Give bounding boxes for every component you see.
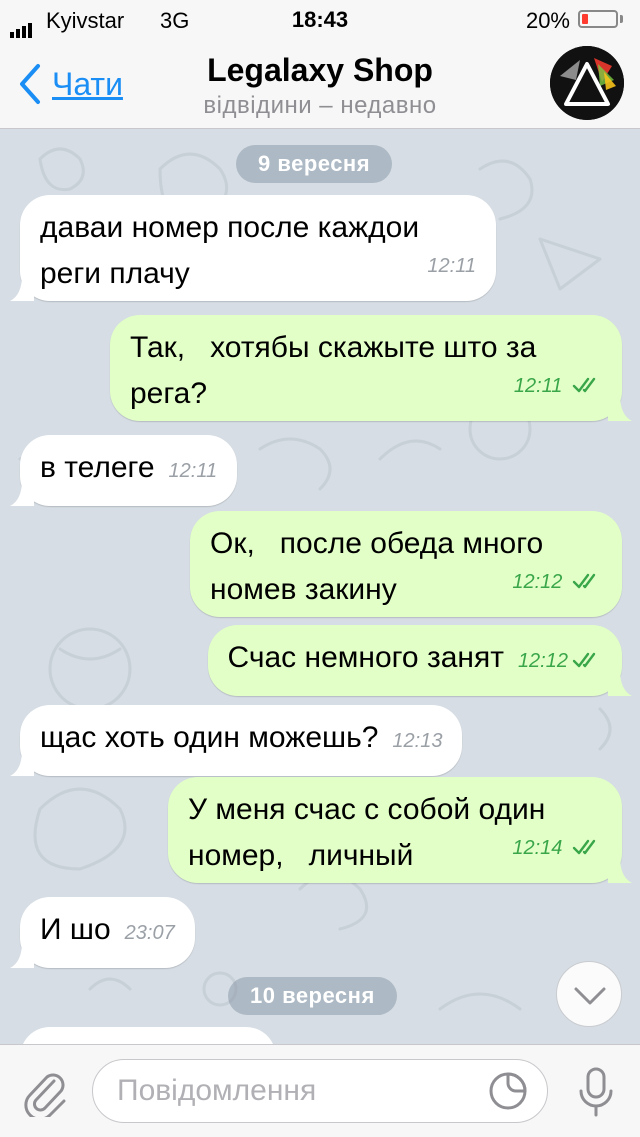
read-checkmarks-icon — [572, 573, 596, 589]
bubble-tail — [608, 670, 632, 696]
message-list[interactable]: 9 вересня даваи номер после каждои реги … — [0, 129, 640, 1044]
message-text: в телеге — [40, 451, 155, 484]
message-time: 12:12 — [512, 571, 563, 593]
date-divider: 9 вересня — [236, 145, 393, 183]
bubble-tail — [608, 857, 632, 883]
message-time: 12:14 — [512, 837, 563, 859]
chat-avatar[interactable] — [550, 46, 624, 120]
message-composer — [0, 1044, 640, 1137]
message-time: 23:07 — [124, 922, 175, 944]
message-text: даваи номер после каждои реги плачу — [40, 211, 420, 290]
chat-header: Чати Legalaxy Shop відвідини – недавно — [0, 40, 640, 129]
outgoing-message[interactable]: Счас немного занят 12:12 — [207, 625, 632, 696]
bubble-tail — [10, 750, 34, 776]
sticker-icon[interactable] — [488, 1071, 528, 1111]
bubble-tail — [10, 480, 34, 506]
incoming-message[interactable]: И шо 23:07 — [10, 897, 195, 968]
message-time: 12:13 — [392, 730, 443, 752]
outgoing-message[interactable]: Так, хотябы скажыте што за рега? 12:11 — [110, 315, 632, 421]
triangle-logo-icon — [550, 46, 624, 120]
read-checkmarks-icon — [572, 652, 596, 668]
message-meta: 12:12 — [512, 559, 602, 605]
read-checkmarks-icon — [572, 377, 596, 393]
chevron-down-icon — [574, 987, 606, 1005]
bubble-tail — [10, 942, 34, 968]
paperclip-icon[interactable] — [20, 1067, 68, 1117]
incoming-message[interactable]: в телеге 12:11 — [10, 435, 238, 506]
message-time: 12:11 — [513, 375, 563, 397]
bubble-tail — [608, 395, 632, 421]
read-checkmarks-icon — [572, 839, 596, 855]
incoming-message[interactable]: даваи номер после каждои реги плачу 12:1… — [10, 195, 496, 301]
last-seen-status: відвідини – недавно — [203, 92, 437, 119]
incoming-message[interactable]: щас хоть один можешь? 12:13 — [10, 705, 463, 776]
outgoing-message[interactable]: Ок, после обеда много номев закину 12:12 — [190, 511, 622, 617]
message-meta: 12:11 — [514, 363, 602, 409]
chat-title[interactable]: Legalaxy Shop — [0, 52, 640, 89]
battery-percent: 20% — [525, 8, 570, 33]
message-input[interactable] — [92, 1059, 548, 1123]
microphone-icon[interactable] — [576, 1065, 616, 1119]
outgoing-message[interactable]: У меня счас с собой один номер, личный 1… — [168, 777, 632, 883]
message-meta: 12:12 — [518, 650, 602, 672]
date-divider: 10 вересня — [228, 977, 397, 1015]
scroll-down-button[interactable] — [556, 961, 622, 1027]
message-time: 12:11 — [427, 255, 476, 277]
message-text: Счас немного занят — [227, 641, 504, 674]
message-text: щас хоть один можешь? — [40, 721, 379, 754]
incoming-message-partial[interactable] — [20, 1027, 276, 1044]
message-time: 12:11 — [168, 460, 218, 482]
message-text: И шо — [40, 913, 111, 946]
battery-icon — [578, 10, 618, 28]
message-meta: 12:14 — [512, 825, 602, 871]
battery-tip — [620, 15, 623, 23]
message-time: 12:12 — [517, 650, 568, 672]
status-bar: Kyivstar 3G 18:43 20% — [0, 0, 640, 40]
bubble-tail — [10, 275, 34, 301]
